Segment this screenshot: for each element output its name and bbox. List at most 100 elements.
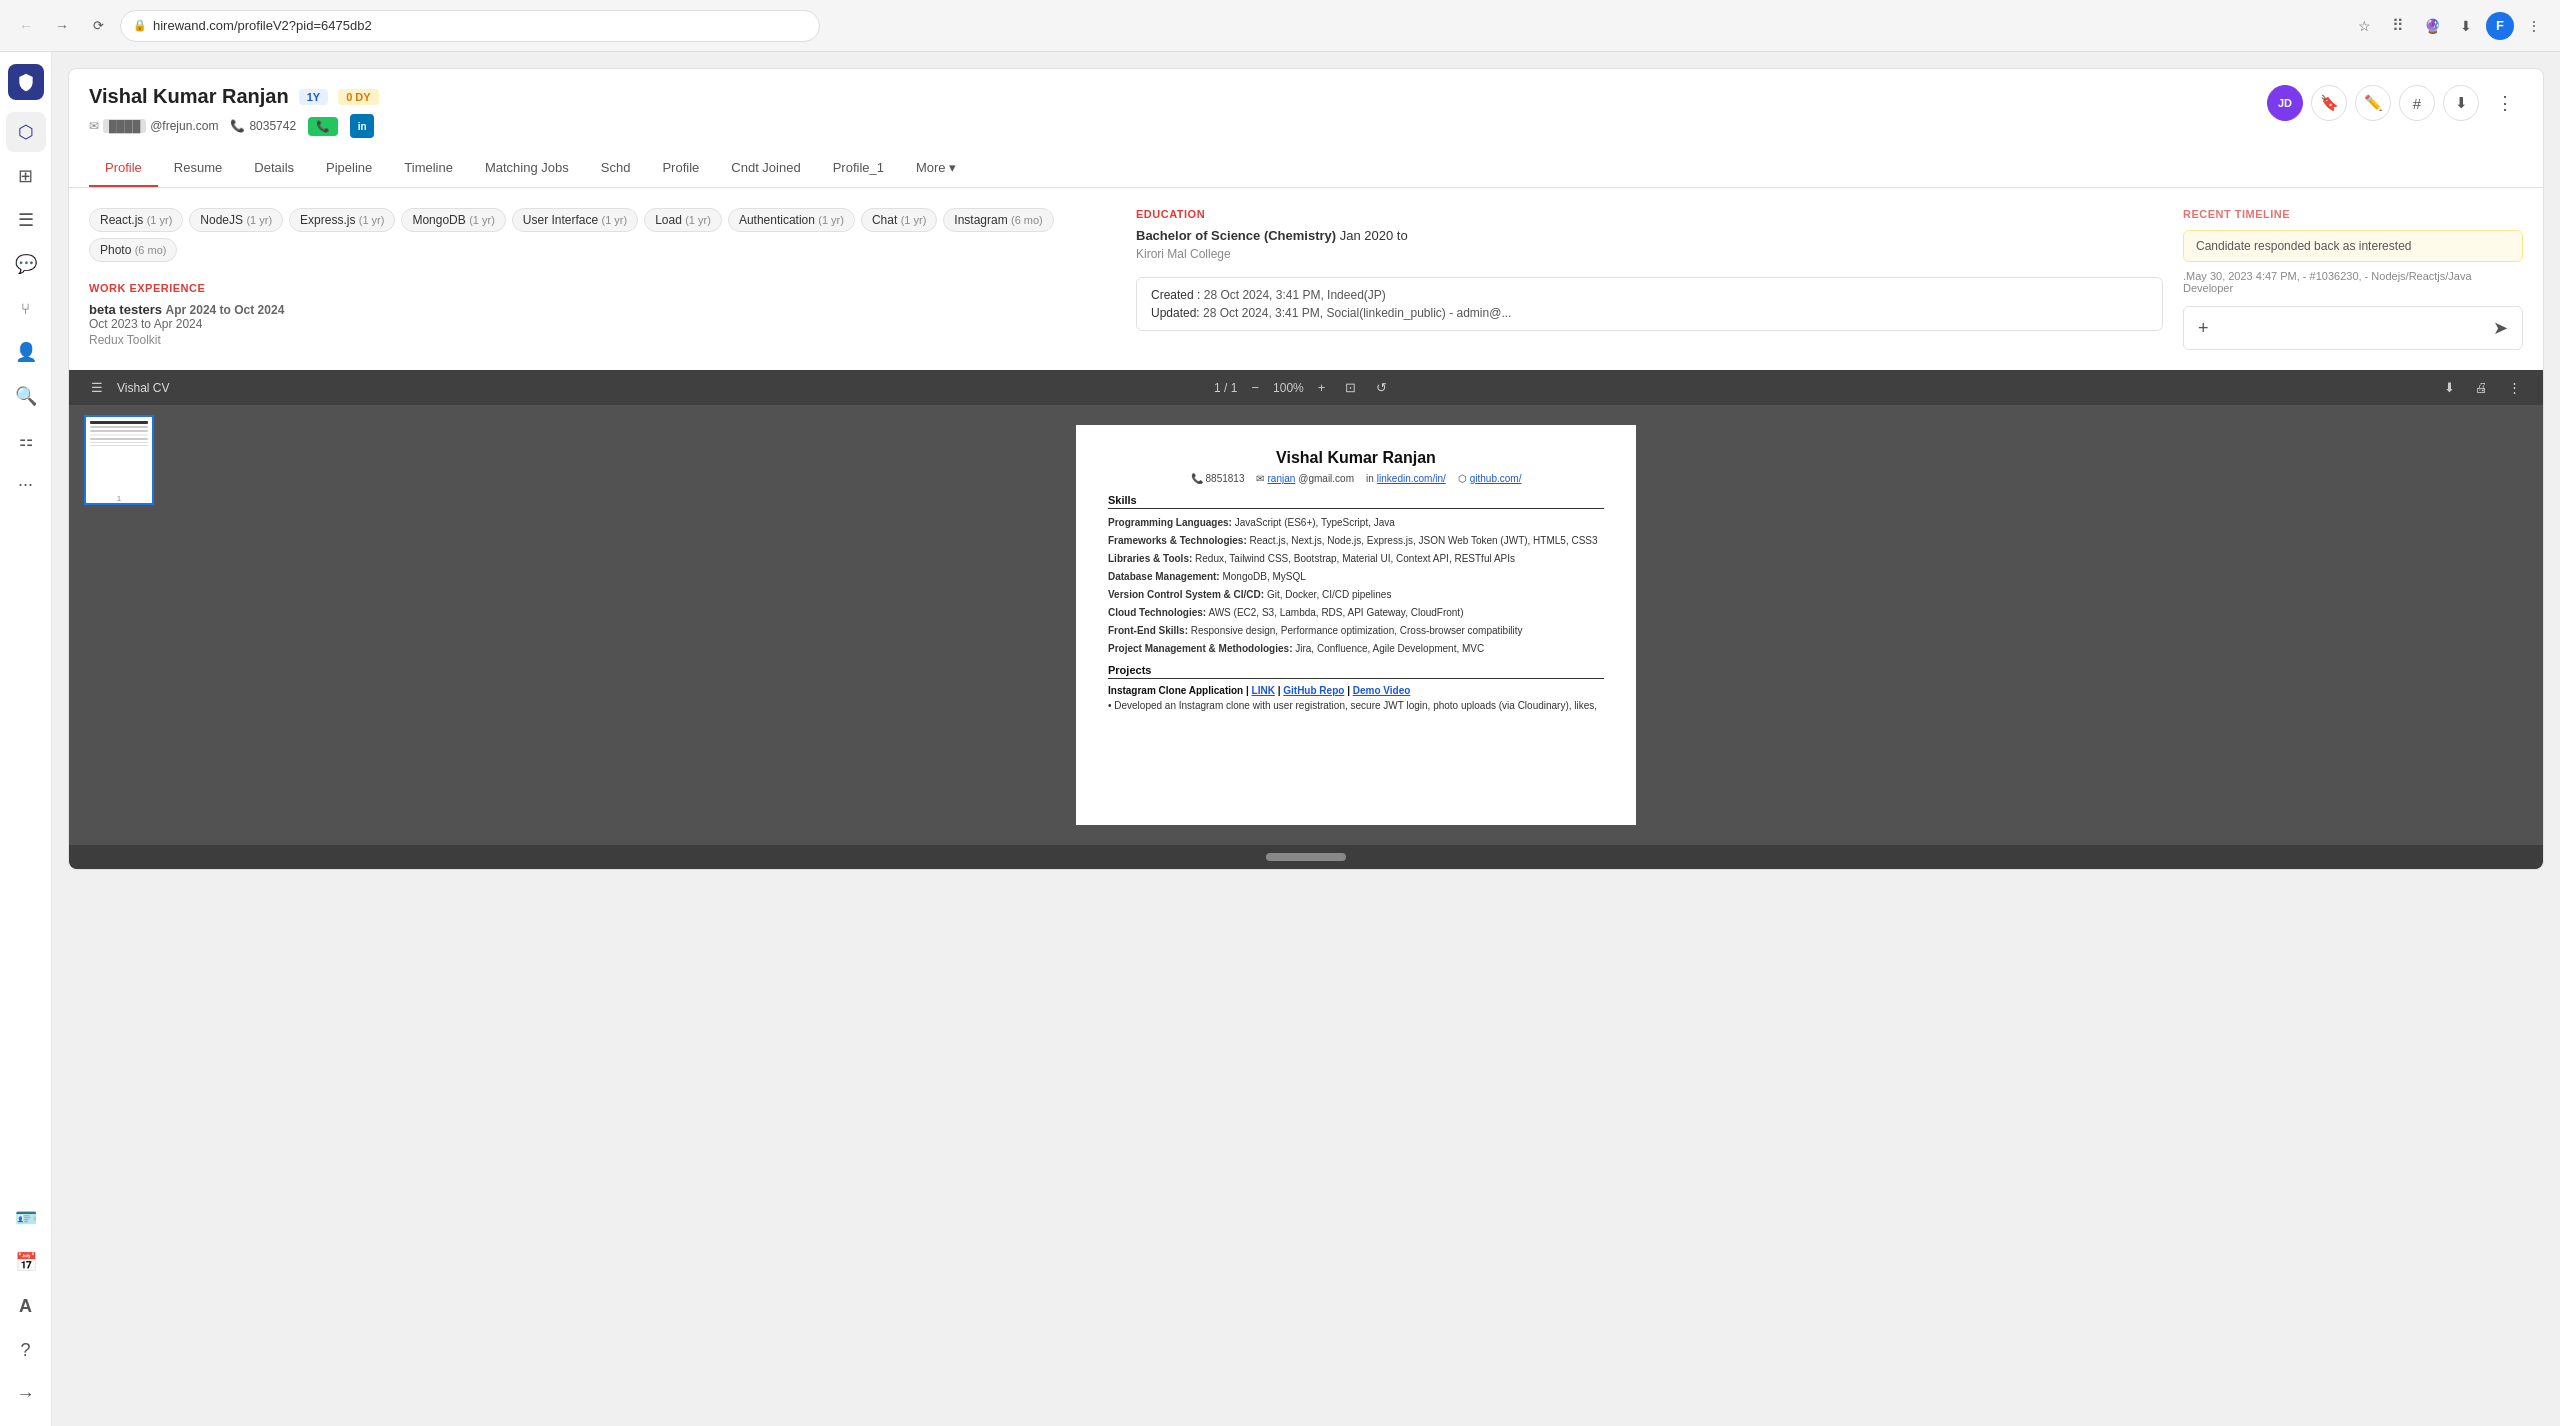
sidebar-item-home[interactable]: ⬡: [6, 112, 46, 152]
tab-cndt-joined[interactable]: Cndt Joined: [715, 150, 816, 187]
download-profile-button[interactable]: ⬇: [2443, 85, 2479, 121]
cv-scrollbar-thumb[interactable]: [1266, 853, 1346, 861]
cv-demo-link[interactable]: Demo Video: [1353, 685, 1411, 696]
cv-linkedin-link[interactable]: linkedin.com/in/: [1377, 473, 1446, 484]
education-title: EDUCATION: [1136, 208, 2163, 220]
comment-input[interactable]: [2209, 321, 2493, 336]
cv-rotate-button[interactable]: ↺: [1370, 378, 1393, 397]
email-contact: ✉ ████ @frejun.com: [89, 119, 218, 133]
menu-button[interactable]: ⋮: [2520, 12, 2548, 40]
skill-ui: User Interface (1 yr): [512, 208, 638, 232]
cv-download-button[interactable]: ⬇: [2438, 378, 2461, 397]
tab-pipeline[interactable]: Pipeline: [310, 150, 388, 187]
cv-project-link[interactable]: LINK: [1252, 685, 1275, 696]
cv-github-link[interactable]: github.com/: [1470, 473, 1522, 484]
sidebar-item-people[interactable]: 👤: [6, 332, 46, 372]
cv-print-button[interactable]: 🖨: [2469, 378, 2494, 397]
tab-profile[interactable]: Profile: [89, 150, 158, 187]
logo-icon: [16, 72, 36, 92]
bookmark-button[interactable]: 🔖: [2311, 85, 2347, 121]
grid-icon: ⊞: [18, 165, 33, 187]
cv-zoom-in-button[interactable]: +: [1312, 378, 1332, 397]
work-company-1: beta testers Apr 2024 to Oct 2024: [89, 302, 1116, 317]
work-tech: Redux Toolkit: [89, 333, 1116, 347]
tab-profile-2[interactable]: Profile: [646, 150, 715, 187]
created-row: Created : 28 Oct 2024, 3:41 PM, Indeed(J…: [1151, 288, 2148, 302]
download-button[interactable]: ⬇: [2452, 12, 2480, 40]
sidebar-item-more[interactable]: ···: [6, 464, 46, 504]
tab-timeline[interactable]: Timeline: [388, 150, 469, 187]
tab-profile-1[interactable]: Profile_1: [817, 150, 900, 187]
sidebar-item-font[interactable]: A: [6, 1286, 46, 1326]
call-button[interactable]: 📞: [308, 117, 338, 136]
sidebar-item-analytics[interactable]: ⚏: [6, 420, 46, 460]
cv-github-repo-link[interactable]: GitHub Repo: [1283, 685, 1344, 696]
linkedin-button[interactable]: in: [350, 114, 374, 138]
cv-fit-button[interactable]: ⊡: [1339, 378, 1362, 397]
add-comment-button[interactable]: +: [2198, 318, 2209, 339]
more-icon: ···: [18, 474, 33, 495]
send-comment-button[interactable]: ➤: [2493, 317, 2508, 339]
sidebar-item-profile-pic[interactable]: 🪪: [6, 1198, 46, 1238]
sidebar-item-arrow[interactable]: →: [6, 1374, 46, 1414]
timeline-event: Candidate responded back as interested: [2183, 230, 2523, 262]
address-bar[interactable]: 🔒 hirewand.com/profileV2?pid=6475db2: [120, 10, 820, 42]
cv-zoom-out-button[interactable]: −: [1245, 378, 1265, 397]
user-avatar[interactable]: F: [2486, 12, 2514, 40]
tab-schd[interactable]: Schd: [585, 150, 647, 187]
cv-skill-row-4: Database Management: MongoDB, MySQL: [1108, 569, 1604, 584]
extension-button[interactable]: ⠿: [2384, 12, 2412, 40]
network-icon: ⑂: [21, 300, 30, 317]
tag-button[interactable]: #: [2399, 85, 2435, 121]
skill-express: Express.js (1 yr): [289, 208, 395, 232]
cv-more-button[interactable]: ⋮: [2502, 378, 2527, 397]
email-domain: @frejun.com: [150, 119, 218, 133]
cv-thumb-preview: [86, 417, 152, 492]
cv-page-total: 1: [1231, 381, 1238, 395]
cv-thumbnail-1[interactable]: 1: [84, 415, 154, 505]
refresh-button[interactable]: ⟳: [84, 12, 112, 40]
app-logo[interactable]: [8, 64, 44, 100]
cv-main: Vishal Kumar Ranjan 📞 8851813 ✉ ranjan@g…: [169, 405, 2543, 845]
cv-project-1-title: Instagram Clone Application | LINK | Git…: [1108, 685, 1604, 696]
sidebar-item-calendar[interactable]: 📅: [6, 1242, 46, 1282]
profile-content: React.js (1 yr) NodeJS (1 yr) Express.js…: [69, 188, 2543, 370]
skill-instagram: Instagram (6 mo): [943, 208, 1053, 232]
profile-info: Vishal Kumar Ranjan 1Y 0 DY ✉ ████ @frej…: [89, 85, 379, 138]
jd-button[interactable]: JD: [2267, 85, 2303, 121]
skill-tags: React.js (1 yr) NodeJS (1 yr) Express.js…: [89, 208, 1116, 262]
cv-email-link[interactable]: ranjan: [1267, 473, 1295, 484]
cv-page-indicator: 1 / 1: [1214, 381, 1237, 395]
cv-viewer: ☰ Vishal CV 1 / 1 − 100% + ⊡ ↺ ⬇ 🖨 ⋮: [69, 370, 2543, 869]
updated-value: 28 Oct 2024, 3:41 PM, Social(linkedin_pu…: [1203, 306, 1511, 320]
sidebar-item-list[interactable]: ☰: [6, 200, 46, 240]
home-icon: ⬡: [18, 121, 34, 143]
tab-more[interactable]: More ▾: [900, 150, 972, 187]
cv-skill-row-3: Libraries & Tools: Redux, Tailwind CSS, …: [1108, 551, 1604, 566]
cv-skill-row-5: Version Control System & CI/CD: Git, Doc…: [1108, 587, 1604, 602]
tab-matching-jobs[interactable]: Matching Jobs: [469, 150, 585, 187]
profiles-button[interactable]: 🔮: [2418, 12, 2446, 40]
sidebar-item-dashboard[interactable]: ⊞: [6, 156, 46, 196]
star-button[interactable]: ☆: [2350, 12, 2378, 40]
cv-toolbar-right: ⬇ 🖨 ⋮: [2438, 378, 2527, 397]
tab-resume[interactable]: Resume: [158, 150, 238, 187]
edit-button[interactable]: ✏️: [2355, 85, 2391, 121]
cv-linkedin-item: in linkedin.com/in/: [1366, 473, 1446, 484]
cv-doc-candidate-name: Vishal Kumar Ranjan: [1108, 449, 1604, 467]
more-options-button[interactable]: ⋮: [2487, 85, 2523, 121]
skill-auth: Authentication (1 yr): [728, 208, 855, 232]
forward-button[interactable]: →: [48, 12, 76, 40]
search-icon: 🔍: [15, 385, 37, 407]
tab-details[interactable]: Details: [238, 150, 310, 187]
work-dates-2: Oct 2023 to Apr 2024: [89, 317, 1116, 331]
back-button[interactable]: ←: [12, 12, 40, 40]
profile-contact: ✉ ████ @frejun.com 📞 8035742 📞 in: [89, 114, 379, 138]
sidebar-item-messages[interactable]: 💬: [6, 244, 46, 284]
sidebar-item-search[interactable]: 🔍: [6, 376, 46, 416]
sidebar-item-help[interactable]: ?: [6, 1330, 46, 1370]
cv-phone-item: 📞 8851813: [1191, 473, 1245, 484]
cv-email-item: ✉ ranjan@gmail.com: [1256, 473, 1354, 484]
sidebar-item-network[interactable]: ⑂: [6, 288, 46, 328]
cv-menu-button[interactable]: ☰: [85, 378, 109, 397]
